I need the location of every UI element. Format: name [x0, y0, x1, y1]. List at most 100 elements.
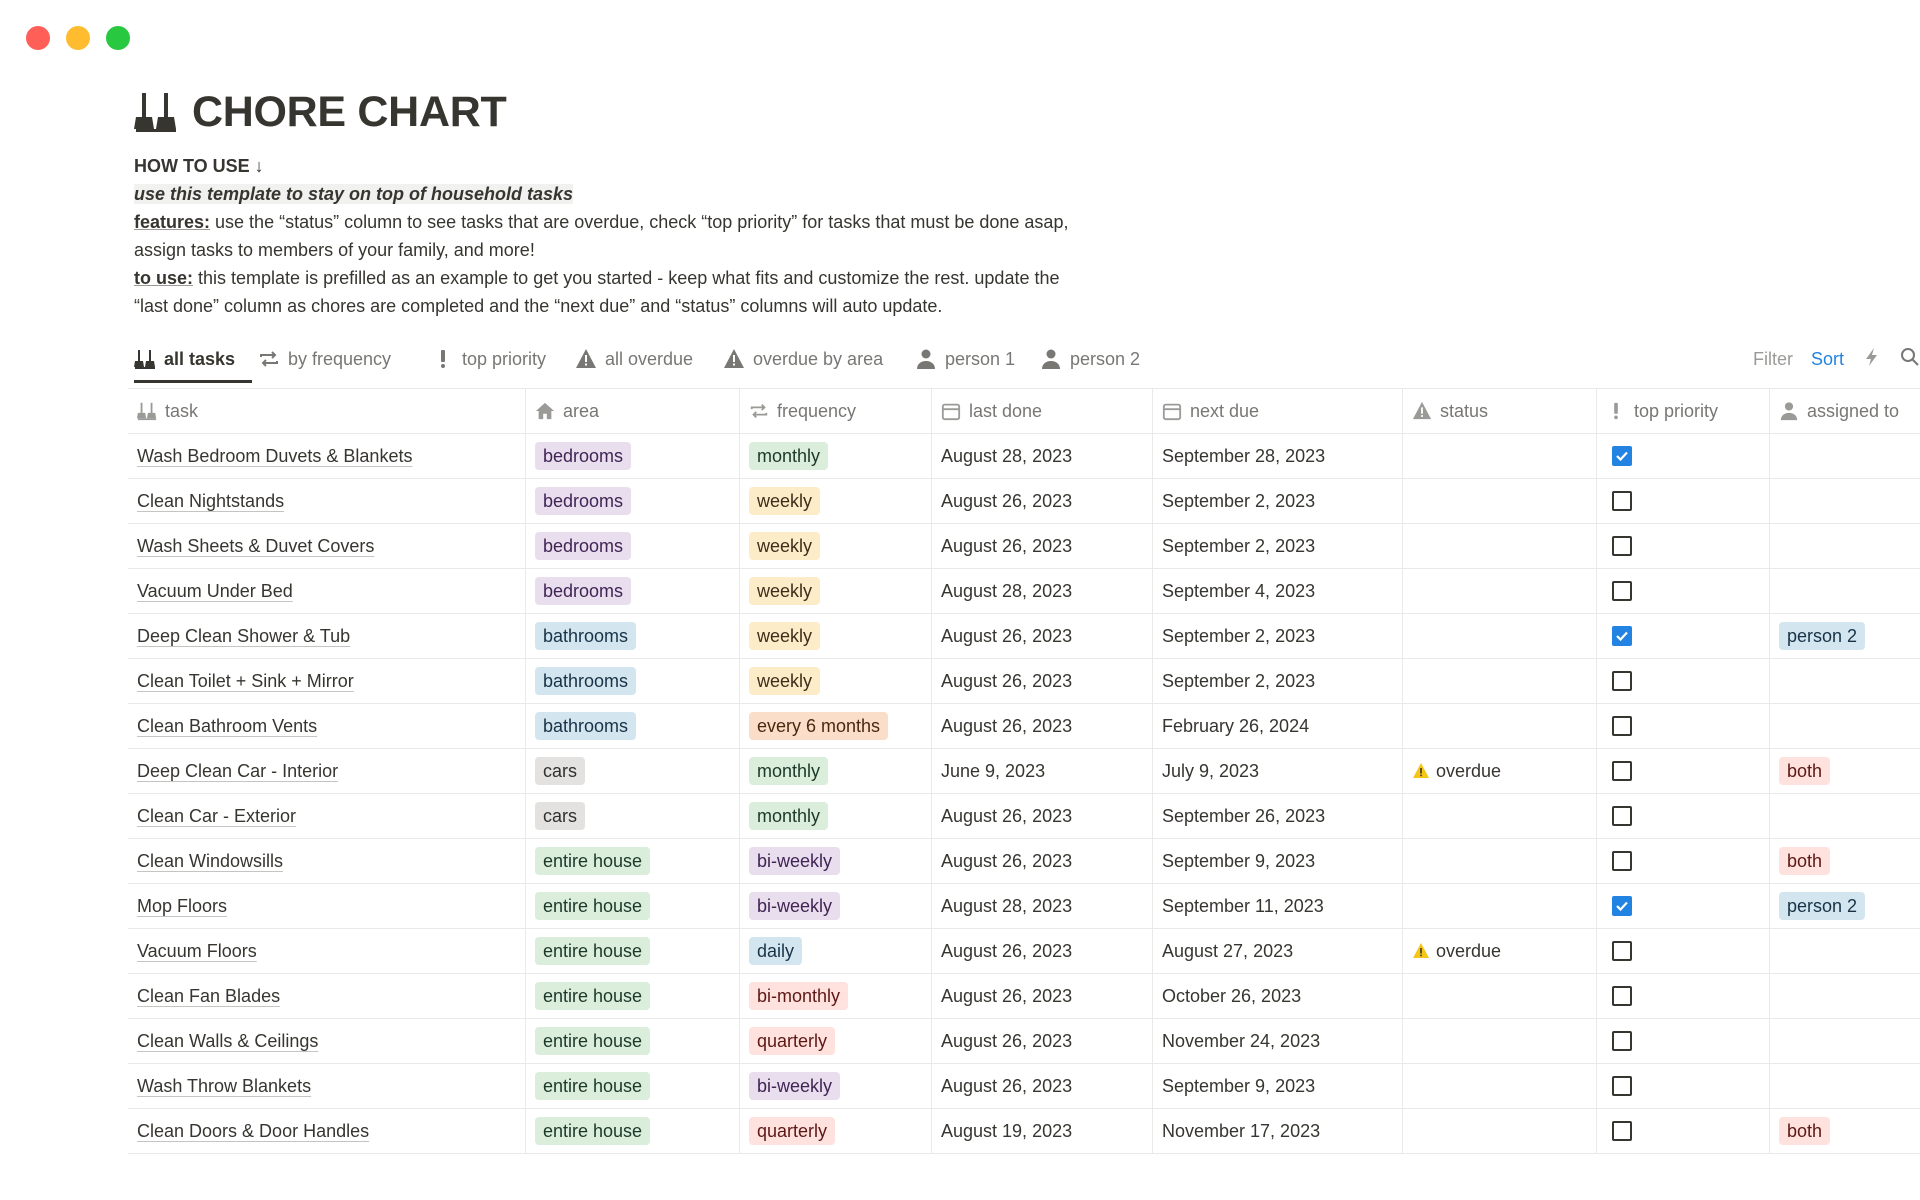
frequency-cell[interactable]: daily — [740, 929, 932, 973]
task-name[interactable]: Wash Sheets & Duvet Covers — [137, 536, 374, 557]
frequency-cell[interactable]: bi-monthly — [740, 974, 932, 1018]
assigned-to-cell[interactable] — [1770, 1064, 1920, 1108]
task-cell[interactable]: Clean Doors & Door Handles — [128, 1109, 526, 1153]
column-header-top-priority[interactable]: top priority — [1597, 389, 1770, 433]
top-priority-checkbox[interactable] — [1612, 671, 1632, 691]
column-header-status[interactable]: status — [1403, 389, 1597, 433]
lightning-icon[interactable] — [1862, 347, 1882, 372]
close-window-button[interactable] — [26, 26, 50, 50]
task-cell[interactable]: Clean Car - Exterior — [128, 794, 526, 838]
top-priority-checkbox[interactable] — [1612, 446, 1632, 466]
task-name[interactable]: Clean Fan Blades — [137, 986, 280, 1007]
last-done-cell[interactable]: August 26, 2023 — [932, 479, 1153, 523]
task-name[interactable]: Clean Bathroom Vents — [137, 716, 317, 737]
frequency-cell[interactable]: bi-weekly — [740, 1064, 932, 1108]
column-header-area[interactable]: area — [526, 389, 740, 433]
task-name[interactable]: Clean Car - Exterior — [137, 806, 296, 827]
assigned-to-cell[interactable] — [1770, 704, 1920, 748]
table-row[interactable]: Vacuum Floors entire house daily August 26,… — [128, 929, 1920, 974]
task-name[interactable]: Deep Clean Car - Interior — [137, 761, 338, 782]
last-done-cell[interactable]: August 28, 2023 — [932, 434, 1153, 478]
table-row[interactable]: Clean Bathroom Vents bathrooms every 6 mon… — [128, 704, 1920, 749]
table-row[interactable]: Deep Clean Car - Interior cars monthly June… — [128, 749, 1920, 794]
frequency-cell[interactable]: monthly — [740, 434, 932, 478]
assigned-to-cell[interactable] — [1770, 794, 1920, 838]
tab-person-1[interactable]: person 1 — [915, 342, 1015, 376]
task-name[interactable]: Wash Bedroom Duvets & Blankets — [137, 446, 412, 467]
minimize-window-button[interactable] — [66, 26, 90, 50]
tab-overdue-by-area[interactable]: overdue by area — [723, 342, 883, 376]
assigned-to-cell[interactable]: both — [1770, 749, 1920, 793]
last-done-cell[interactable]: August 26, 2023 — [932, 1064, 1153, 1108]
column-header-assigned-to[interactable]: assigned to — [1770, 389, 1920, 433]
area-cell[interactable]: bathrooms — [526, 614, 740, 658]
table-row[interactable]: Clean Fan Blades entire house bi-monthly Au… — [128, 974, 1920, 1019]
last-done-cell[interactable]: August 26, 2023 — [932, 1019, 1153, 1063]
column-header-task[interactable]: task — [128, 389, 526, 433]
top-priority-checkbox[interactable] — [1612, 1031, 1632, 1051]
table-row[interactable]: Vacuum Under Bed bedrooms weekly August 28,… — [128, 569, 1920, 614]
task-cell[interactable]: Deep Clean Shower & Tub — [128, 614, 526, 658]
sort-button[interactable]: Sort — [1811, 349, 1844, 370]
area-cell[interactable]: entire house — [526, 884, 740, 928]
last-done-cell[interactable]: August 26, 2023 — [932, 929, 1153, 973]
area-cell[interactable]: entire house — [526, 839, 740, 883]
task-name[interactable]: Clean Nightstands — [137, 491, 284, 512]
top-priority-checkbox[interactable] — [1612, 806, 1632, 826]
task-cell[interactable]: Mop Floors — [128, 884, 526, 928]
assigned-to-cell[interactable] — [1770, 974, 1920, 1018]
task-name[interactable]: Clean Toilet + Sink + Mirror — [137, 671, 354, 692]
table-row[interactable]: Clean Car - Exterior cars monthly August 26… — [128, 794, 1920, 839]
last-done-cell[interactable]: August 28, 2023 — [932, 569, 1153, 613]
top-priority-checkbox[interactable] — [1612, 851, 1632, 871]
area-cell[interactable]: cars — [526, 794, 740, 838]
frequency-cell[interactable]: weekly — [740, 659, 932, 703]
top-priority-checkbox[interactable] — [1612, 716, 1632, 736]
table-row[interactable]: Wash Bedroom Duvets & Blankets bedrooms mo… — [128, 434, 1920, 479]
table-row[interactable]: Clean Walls & Ceilings entire house quarte… — [128, 1019, 1920, 1064]
assigned-to-cell[interactable]: person 2 — [1770, 884, 1920, 928]
frequency-cell[interactable]: monthly — [740, 749, 932, 793]
zoom-window-button[interactable] — [106, 26, 130, 50]
frequency-cell[interactable]: weekly — [740, 569, 932, 613]
assigned-to-cell[interactable] — [1770, 569, 1920, 613]
area-cell[interactable]: bedrooms — [526, 479, 740, 523]
top-priority-checkbox[interactable] — [1612, 761, 1632, 781]
assigned-to-cell[interactable] — [1770, 479, 1920, 523]
top-priority-checkbox[interactable] — [1612, 986, 1632, 1006]
frequency-cell[interactable]: weekly — [740, 614, 932, 658]
task-cell[interactable]: Clean Nightstands — [128, 479, 526, 523]
last-done-cell[interactable]: August 19, 2023 — [932, 1109, 1153, 1153]
broom-icon[interactable] — [134, 87, 180, 138]
task-cell[interactable]: Wash Bedroom Duvets & Blankets — [128, 434, 526, 478]
frequency-cell[interactable]: quarterly — [740, 1109, 932, 1153]
assigned-to-cell[interactable] — [1770, 659, 1920, 703]
area-cell[interactable]: entire house — [526, 1109, 740, 1153]
top-priority-checkbox[interactable] — [1612, 536, 1632, 556]
table-row[interactable]: Wash Sheets & Duvet Covers bedrooms weekly… — [128, 524, 1920, 569]
table-row[interactable]: Mop Floors entire house bi-weekly August 28… — [128, 884, 1920, 929]
last-done-cell[interactable]: August 26, 2023 — [932, 659, 1153, 703]
area-cell[interactable]: bathrooms — [526, 659, 740, 703]
last-done-cell[interactable]: August 26, 2023 — [932, 524, 1153, 568]
top-priority-checkbox[interactable] — [1612, 1121, 1632, 1141]
task-name[interactable]: Vacuum Floors — [137, 941, 257, 962]
assigned-to-cell[interactable]: both — [1770, 839, 1920, 883]
table-row[interactable]: Clean Windowsills entire house bi-weekly Au… — [128, 839, 1920, 884]
task-cell[interactable]: Clean Fan Blades — [128, 974, 526, 1018]
tab-by-frequency[interactable]: by frequency — [258, 342, 391, 376]
area-cell[interactable]: bathrooms — [526, 704, 740, 748]
task-cell[interactable]: Vacuum Floors — [128, 929, 526, 973]
tab-top-priority[interactable]: top priority — [432, 342, 546, 376]
column-header-frequency[interactable]: frequency — [740, 389, 932, 433]
last-done-cell[interactable]: August 26, 2023 — [932, 704, 1153, 748]
table-row[interactable]: Clean Toilet + Sink + Mirror bathrooms wee… — [128, 659, 1920, 704]
task-cell[interactable]: Clean Windowsills — [128, 839, 526, 883]
top-priority-checkbox[interactable] — [1612, 581, 1632, 601]
task-name[interactable]: Mop Floors — [137, 896, 227, 917]
area-cell[interactable]: entire house — [526, 929, 740, 973]
assigned-to-cell[interactable] — [1770, 524, 1920, 568]
area-cell[interactable]: bedrooms — [526, 524, 740, 568]
area-cell[interactable]: bedrooms — [526, 569, 740, 613]
table-row[interactable]: Wash Throw Blankets entire house bi-weekly… — [128, 1064, 1920, 1109]
